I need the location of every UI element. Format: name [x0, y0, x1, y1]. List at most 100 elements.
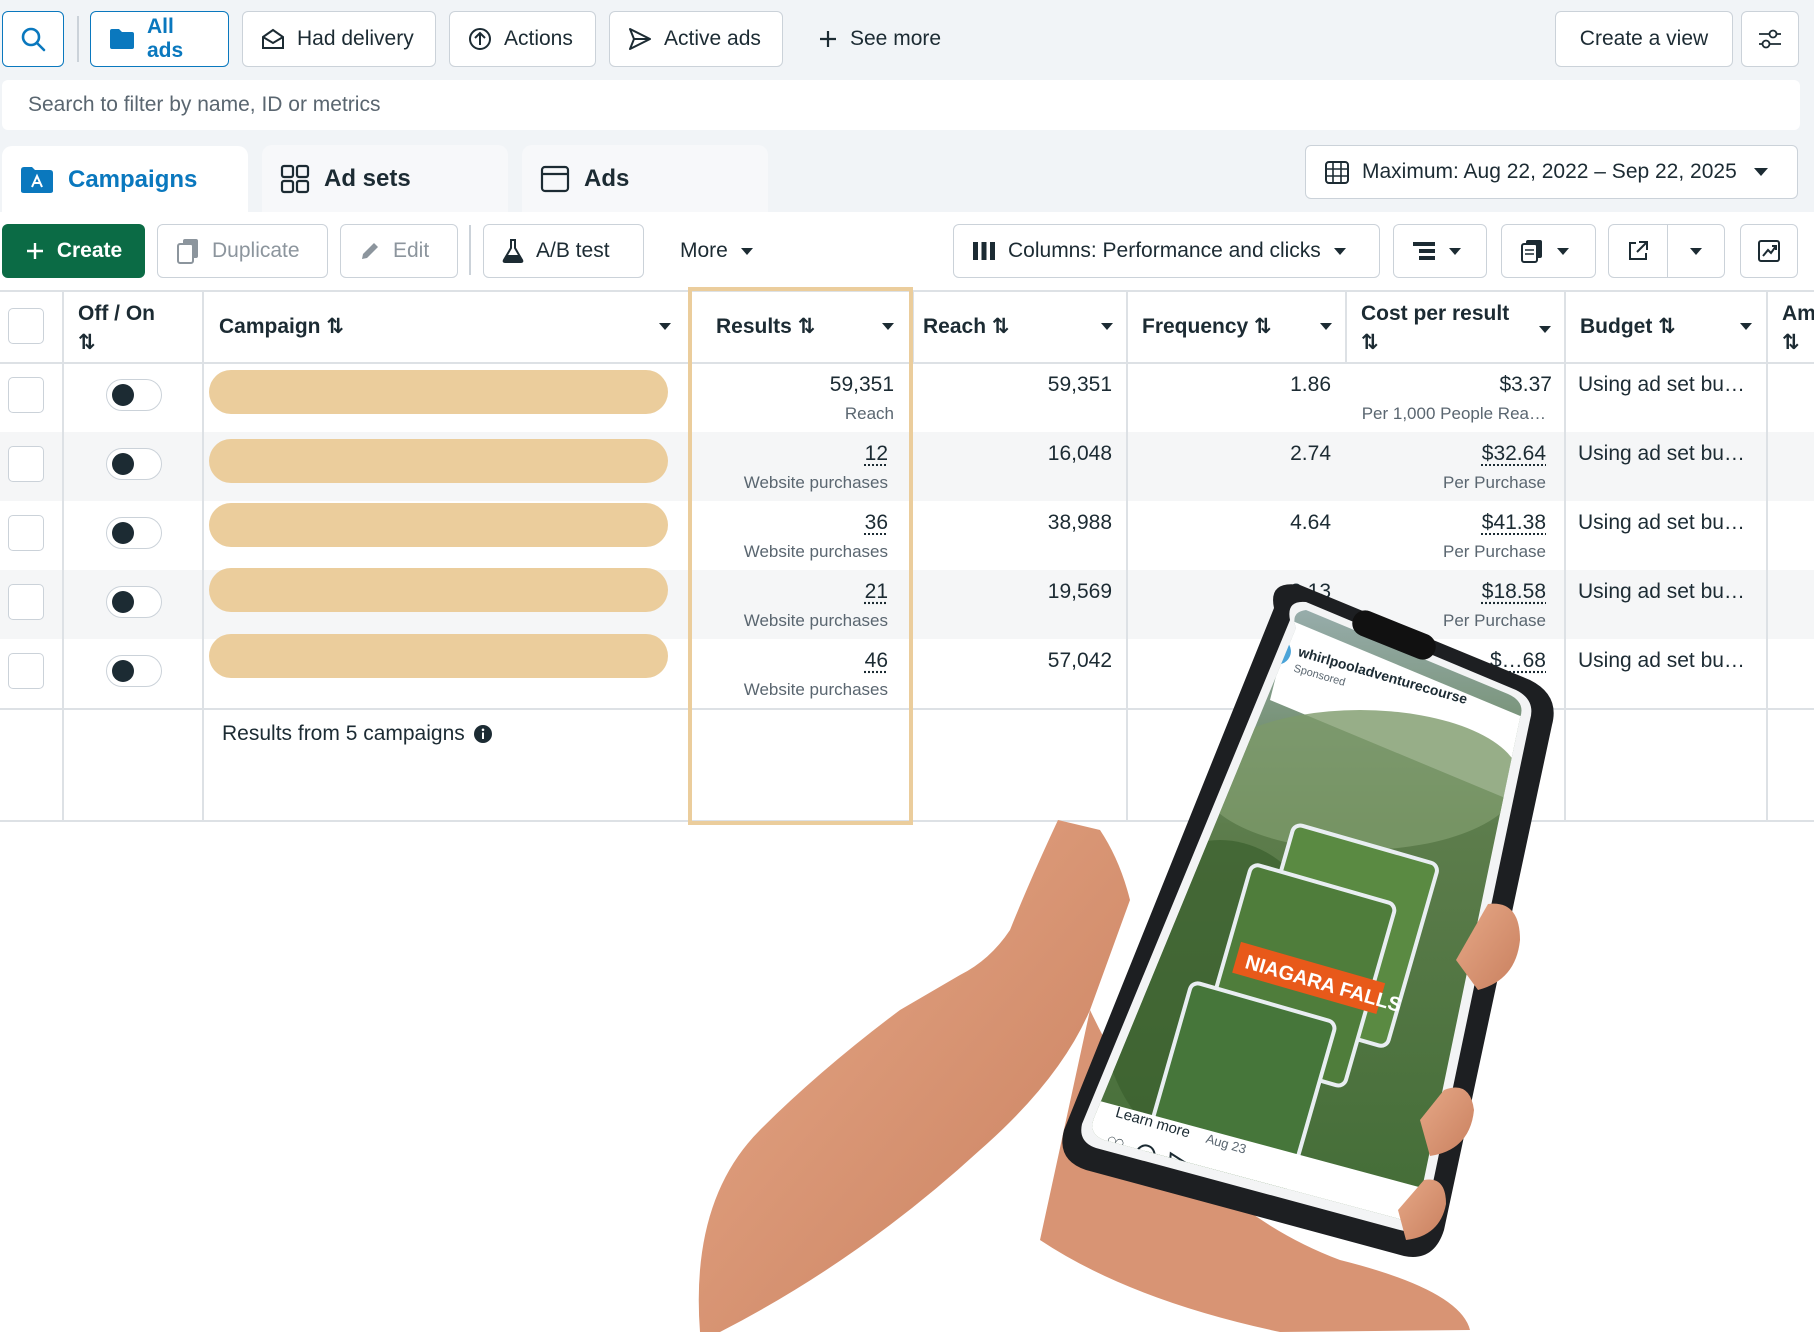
campaign-toggle[interactable] — [106, 448, 162, 480]
see-more-label: See more — [850, 27, 941, 51]
campaign-name-redacted[interactable] — [209, 634, 668, 678]
row-checkbox[interactable] — [8, 446, 44, 482]
campaign-name-redacted[interactable] — [209, 568, 668, 612]
filter-actions[interactable]: Actions — [449, 11, 596, 67]
sort-icon: ⇅ — [1361, 331, 1379, 354]
cost-value[interactable]: $…68 — [1490, 649, 1546, 673]
campaign-name-redacted[interactable] — [209, 503, 668, 547]
budget-value: Using ad set bu… — [1578, 442, 1745, 466]
column-border — [1345, 290, 1347, 362]
more-button[interactable]: More — [662, 224, 772, 278]
campaign-toggle[interactable] — [106, 586, 162, 618]
caret-down-icon — [1556, 247, 1570, 256]
folder-icon — [109, 28, 135, 50]
budget-value: Using ad set bu… — [1578, 511, 1745, 535]
tab-ads[interactable]: Ads — [522, 145, 768, 212]
external-link-icon — [1627, 240, 1649, 262]
campaign-name-redacted[interactable] — [209, 439, 668, 483]
more-label: More — [680, 239, 728, 263]
header-reach[interactable]: Reach ⇅ — [923, 312, 1009, 341]
sort-icon: ⇅ — [78, 331, 96, 354]
caret-down-icon[interactable] — [659, 323, 671, 330]
search-icon — [20, 26, 46, 52]
see-more-button[interactable]: See more — [800, 11, 960, 67]
charts-button[interactable] — [1740, 224, 1798, 278]
select-all-checkbox[interactable] — [8, 308, 44, 344]
cost-value[interactable]: $18.58 — [1482, 580, 1546, 604]
create-view-button[interactable]: Create a view — [1555, 11, 1733, 67]
create-label: Create — [57, 239, 122, 263]
caret-down-icon — [1448, 247, 1462, 256]
row-checkbox[interactable] — [8, 377, 44, 413]
column-border — [1564, 290, 1566, 822]
cost-type: Per Purchase — [1443, 473, 1546, 493]
ab-test-button[interactable]: A/B test — [483, 224, 644, 278]
row-checkbox[interactable] — [8, 584, 44, 620]
budget-value: Using ad set bu… — [1578, 649, 1745, 673]
campaign-toggle[interactable] — [106, 517, 162, 549]
toggle-knob — [112, 384, 134, 406]
reports-button[interactable] — [1501, 224, 1596, 278]
cost-type: Per Purchase — [1443, 542, 1546, 562]
tab-campaigns[interactable]: Campaigns — [2, 146, 248, 213]
create-button[interactable]: Create — [2, 224, 145, 278]
columns-button[interactable]: Columns: Performance and clicks — [953, 224, 1380, 278]
divider — [469, 225, 471, 275]
toggle-knob — [112, 660, 134, 682]
filter-had-delivery-label: Had delivery — [297, 27, 414, 51]
duplicate-icon — [176, 238, 200, 264]
frequency-value: 4.64 — [1290, 511, 1331, 535]
sort-icon: ⇅ — [1658, 315, 1676, 338]
columns-label: Columns: Performance and clicks — [1008, 239, 1321, 263]
header-reach-label: Reach — [923, 315, 986, 338]
header-campaign[interactable]: Campaign ⇅ — [219, 312, 344, 341]
caret-down-icon[interactable] — [1101, 323, 1113, 330]
campaign-toggle[interactable] — [106, 379, 162, 411]
flask-icon — [502, 239, 524, 263]
results-column-highlight — [688, 287, 913, 825]
tab-campaigns-label: Campaigns — [68, 166, 197, 194]
pencil-icon — [359, 240, 381, 262]
date-range-picker[interactable]: Maximum: Aug 22, 2022 – Sep 22, 2025 — [1305, 145, 1798, 199]
search-button[interactable] — [2, 11, 64, 67]
cost-value[interactable]: $41.38 — [1482, 511, 1546, 535]
breakdown-button[interactable] — [1393, 224, 1487, 278]
header-amount[interactable]: Am ⇅ — [1782, 299, 1814, 357]
filter-all-ads[interactable]: All ads — [90, 11, 229, 67]
info-icon[interactable] — [473, 724, 493, 744]
header-frequency[interactable]: Frequency ⇅ — [1142, 312, 1272, 341]
edit-button[interactable]: Edit — [340, 224, 458, 278]
header-budget[interactable]: Budget ⇅ — [1580, 312, 1676, 341]
calendar-icon — [1324, 159, 1350, 185]
caret-down-icon[interactable] — [1740, 323, 1752, 330]
export-dropdown[interactable] — [1667, 224, 1725, 278]
cost-type: Per Purchase — [1443, 611, 1546, 631]
header-off-on-label: Off / On — [78, 302, 155, 325]
column-border — [202, 290, 204, 822]
comment-icon — [1134, 1143, 1156, 1165]
cost-value[interactable]: $32.64 — [1482, 442, 1546, 466]
header-cost-per-result[interactable]: Cost per result ⇅ — [1361, 299, 1509, 357]
row-checkbox[interactable] — [8, 653, 44, 689]
search-strip — [0, 80, 1814, 132]
tab-ad-sets[interactable]: Ad sets — [262, 145, 508, 212]
search-input[interactable] — [2, 80, 1800, 130]
caret-down-icon — [1753, 167, 1769, 177]
filter-bar: All ads Had delivery Actions Active ads … — [0, 0, 1814, 80]
cost-value: $3.37 — [1499, 373, 1552, 397]
export-button[interactable] — [1608, 224, 1668, 278]
filter-active-ads[interactable]: Active ads — [609, 11, 783, 67]
header-off-on[interactable]: Off / On ⇅ — [78, 299, 155, 357]
hand-fingers — [1398, 1180, 1446, 1241]
row-checkbox[interactable] — [8, 515, 44, 551]
sort-icon: ⇅ — [1782, 331, 1800, 354]
post-date: Aug 23 — [1204, 1131, 1248, 1157]
campaign-toggle[interactable] — [106, 655, 162, 687]
filter-had-delivery[interactable]: Had delivery — [242, 11, 436, 67]
duplicate-button[interactable]: Duplicate — [157, 224, 328, 278]
campaign-name-redacted[interactable] — [209, 370, 668, 414]
caret-down-icon — [740, 247, 754, 256]
caret-down-icon[interactable] — [1320, 323, 1332, 330]
filter-settings-button[interactable] — [1741, 11, 1799, 67]
caret-down-icon[interactable] — [1539, 326, 1551, 333]
